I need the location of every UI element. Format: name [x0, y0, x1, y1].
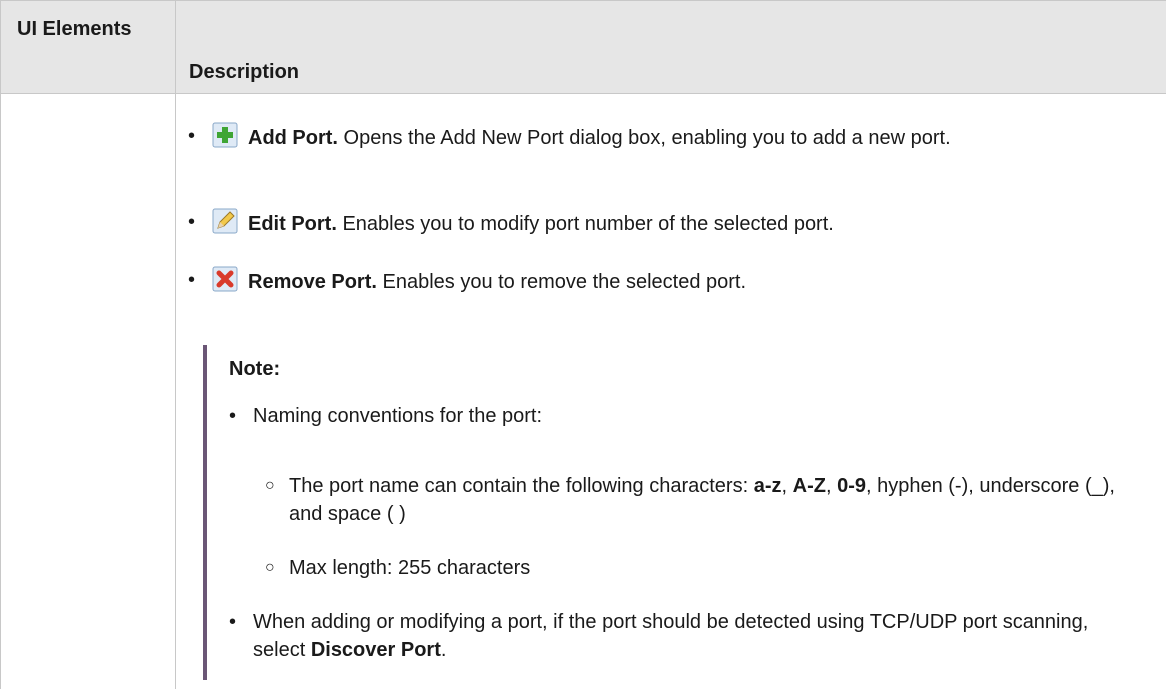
add-port-label: Add Port. — [248, 127, 338, 149]
bullet: • — [229, 405, 237, 427]
add-icon — [212, 122, 238, 148]
chars-a-z: a-z — [753, 475, 782, 497]
chars-0-9: 0-9 — [837, 475, 866, 497]
sub-bullet: ○ — [265, 477, 275, 494]
remove-icon — [212, 266, 238, 292]
ui-elements-table: UI Elements Description • Add Port. Open… — [0, 0, 1166, 689]
bullet: • — [188, 125, 196, 147]
remove-port-label: Remove Port. — [248, 271, 377, 293]
column-divider — [175, 0, 176, 689]
note-subitem-max-length-text: Max length: 255 characters — [289, 557, 531, 579]
sub-bullet: ○ — [265, 559, 275, 576]
pencil-icon — [212, 208, 238, 234]
bullet: • — [188, 211, 196, 233]
header-description: Description — [189, 61, 300, 83]
bullet: • — [229, 611, 237, 633]
note-item-naming-text: Naming conventions for the port: — [253, 405, 543, 427]
note-accent-bar — [203, 345, 207, 680]
add-port-description: Opens the Add New Port dialog box, enabl… — [338, 127, 951, 149]
note-title: Note: — [229, 358, 281, 380]
edit-port-description: Enables you to modify port number of the… — [336, 213, 834, 235]
discover-port-label: Discover Port — [310, 639, 441, 661]
edit-port-label: Edit Port. — [248, 213, 337, 235]
chars-A-Z: A-Z — [792, 475, 826, 497]
table-left-border — [0, 0, 1, 689]
remove-port-description: Enables you to remove the selected port. — [376, 271, 747, 293]
bullet: • — [188, 269, 196, 291]
header-ui-elements: UI Elements — [17, 18, 132, 40]
